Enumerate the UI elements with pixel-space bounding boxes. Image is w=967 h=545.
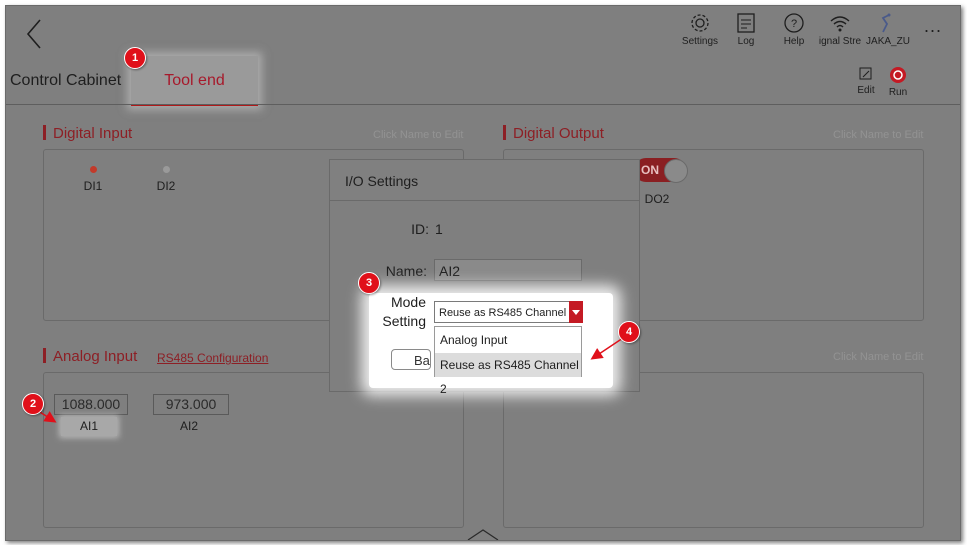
step-badge-1: 1 — [124, 47, 146, 69]
step-badge-4: 4 — [618, 321, 640, 343]
app-window: Settings Log ? Help ignal Stre JAKA_ZU .… — [5, 5, 961, 541]
step-badge-2: 2 — [22, 393, 44, 415]
annotation-arrows — [31, 337, 624, 423]
step-badge-3: 3 — [358, 272, 380, 294]
